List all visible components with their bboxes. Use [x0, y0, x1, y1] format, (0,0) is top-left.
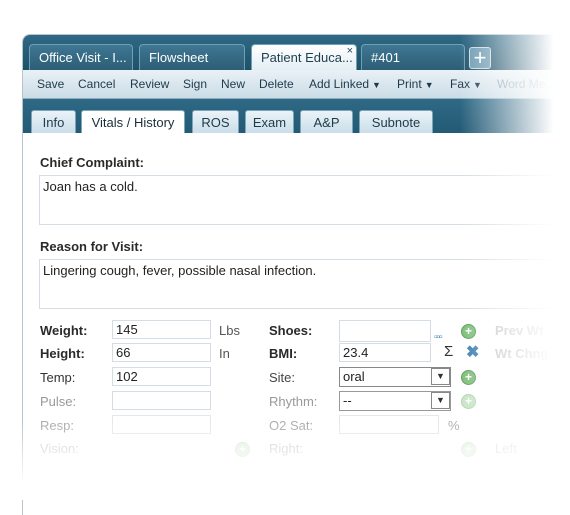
- fax-label: Fax: [450, 77, 471, 91]
- temp-input[interactable]: 102: [112, 367, 211, 386]
- close-icon[interactable]: ×: [347, 45, 353, 64]
- calculate-icon[interactable]: Σ: [444, 343, 453, 360]
- add-icon[interactable]: +: [461, 442, 476, 457]
- new-button[interactable]: New: [221, 77, 245, 91]
- save-button[interactable]: Save: [37, 77, 64, 91]
- tab-vitals-history[interactable]: Vitals / History: [81, 110, 185, 135]
- weight-label: Weight:: [40, 323, 88, 338]
- chevron-down-icon[interactable]: ▼: [431, 392, 450, 409]
- shoes-label: Shoes:: [269, 323, 313, 338]
- height-label: Height:: [40, 346, 85, 361]
- add-icon[interactable]: +: [461, 324, 476, 339]
- tab-label: Patient Educa...: [261, 50, 353, 65]
- resp-label: Resp:: [40, 418, 74, 433]
- tab-subnote[interactable]: Subnote: [359, 110, 433, 134]
- height-unit: In: [219, 346, 230, 361]
- tab-exam[interactable]: Exam: [245, 110, 294, 134]
- delete-button[interactable]: Delete: [259, 77, 294, 91]
- resp-input[interactable]: [112, 415, 211, 434]
- chief-complaint-field[interactable]: Joan has a cold.: [39, 175, 570, 225]
- tab-401[interactable]: #401: [361, 44, 465, 70]
- wt-chng-label: Wt Chng: [495, 346, 549, 361]
- pulse-label: Pulse:: [40, 394, 77, 409]
- add-linked-button[interactable]: Add Linked ▼: [309, 77, 381, 91]
- print-label: Print: [397, 77, 422, 91]
- tab-label: Office Visit - I...: [39, 50, 127, 65]
- right-label: Right:: [269, 441, 303, 456]
- o2-sat-label: O2 Sat:: [269, 418, 314, 433]
- chevron-down-icon[interactable]: ▼: [431, 368, 450, 385]
- left-label: Left: [495, 441, 517, 456]
- add-icon[interactable]: +: [461, 394, 476, 409]
- print-button[interactable]: Print ▼: [397, 77, 434, 91]
- o2-sat-unit: %: [448, 418, 460, 433]
- vitals-history-panel: Chief Complaint: Joan has a cold. Reason…: [23, 133, 570, 515]
- tab-ros[interactable]: ROS: [192, 110, 239, 134]
- sign-button[interactable]: Sign: [183, 77, 207, 91]
- reason-for-visit-label: Reason for Visit:: [40, 239, 144, 254]
- caret-down-icon: ▼: [424, 80, 434, 90]
- cancel-button[interactable]: Cancel: [78, 77, 115, 91]
- tab-info[interactable]: Info: [31, 110, 76, 134]
- tab-label: #401: [371, 50, 400, 65]
- weight-unit: Lbs: [219, 323, 240, 338]
- lookup-icon[interactable]: ▫▫▫: [434, 332, 443, 343]
- tab-label: Flowsheet: [149, 50, 209, 65]
- document-tabstrip: Office Visit - I... Flowsheet Patient Ed…: [23, 35, 570, 70]
- tab-office-visit[interactable]: Office Visit - I...: [29, 44, 133, 70]
- bmi-input[interactable]: 23.4: [339, 343, 431, 362]
- review-button[interactable]: Review: [130, 77, 169, 91]
- prev-wt-label: Prev Wt: [495, 323, 544, 338]
- add-tab-button[interactable]: +: [469, 47, 491, 69]
- o2-sat-input[interactable]: [339, 415, 439, 434]
- tab-ap[interactable]: A&P: [300, 110, 353, 134]
- vision-label: Vision:: [40, 441, 79, 456]
- site-label: Site:: [269, 370, 296, 385]
- fax-button[interactable]: Fax ▼: [450, 77, 482, 91]
- weight-input[interactable]: 145: [112, 320, 211, 339]
- add-icon[interactable]: +: [461, 370, 476, 385]
- toolbar: Save Cancel Review Sign New Delete Add L…: [23, 70, 570, 99]
- pulse-input[interactable]: [112, 391, 211, 410]
- shoes-input[interactable]: [339, 320, 431, 342]
- bmi-label: BMI:: [269, 346, 298, 361]
- section-tabstrip: Info Vitals / History ROS Exam A&P Subno…: [23, 99, 570, 135]
- tab-flowsheet[interactable]: Flowsheet: [139, 44, 245, 70]
- clear-icon[interactable]: ✖: [466, 342, 479, 362]
- add-icon[interactable]: +: [235, 442, 250, 457]
- rhythm-label: Rhythm:: [269, 394, 318, 409]
- caret-down-icon: ▼: [372, 80, 381, 90]
- word-merge-button[interactable]: Word Me...: [497, 77, 555, 91]
- reason-for-visit-field[interactable]: Lingering cough, fever, possible nasal i…: [39, 259, 570, 309]
- add-linked-label: Add Linked: [309, 77, 370, 91]
- app-window: Office Visit - I... Flowsheet Patient Ed…: [22, 34, 570, 515]
- chief-complaint-label: Chief Complaint:: [40, 155, 144, 170]
- tab-patient-education[interactable]: Patient Educa... ×: [251, 44, 357, 70]
- temp-label: Temp:: [40, 370, 76, 385]
- caret-down-icon: ▼: [473, 80, 482, 90]
- height-input[interactable]: 66: [112, 343, 211, 362]
